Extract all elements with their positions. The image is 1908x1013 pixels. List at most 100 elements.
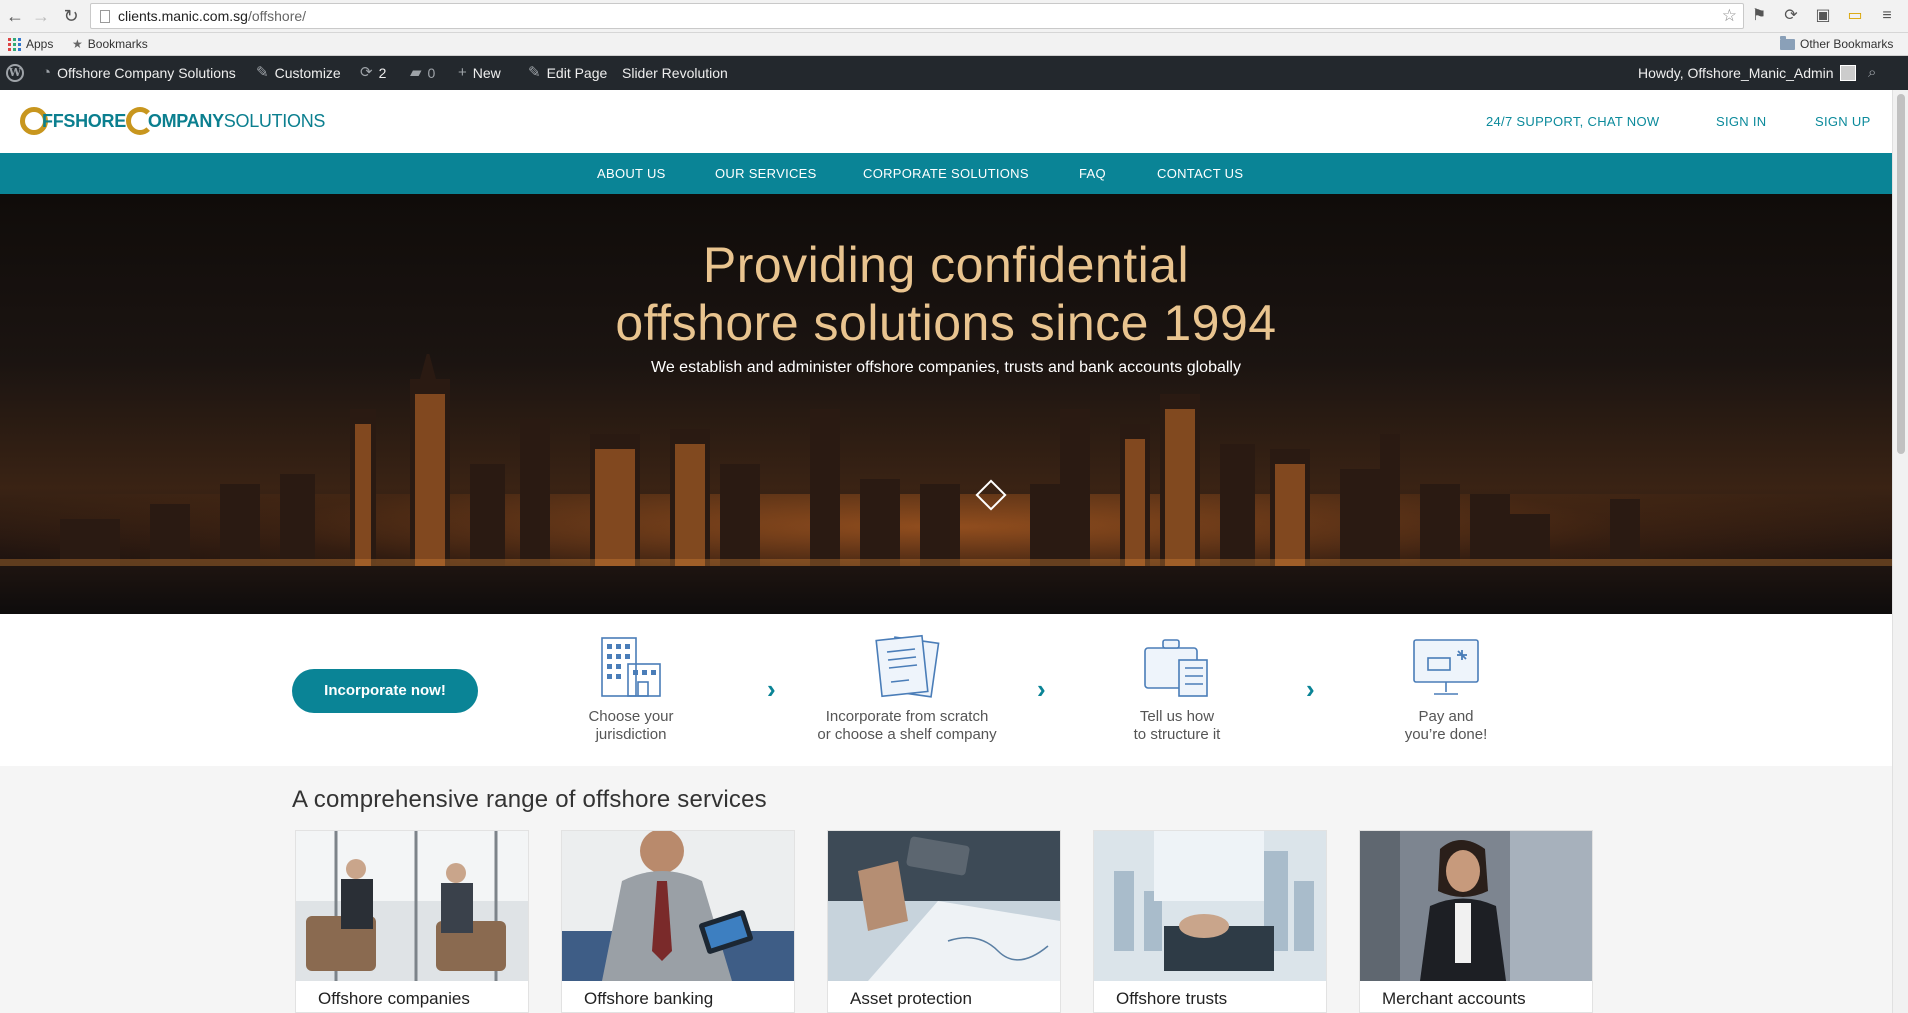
briefcase-icon: [1144, 639, 1208, 697]
plus-icon: +: [458, 64, 467, 81]
bookmarks-bookmark[interactable]: ★ Bookmarks: [72, 37, 148, 51]
buildings-icon: [601, 637, 661, 697]
step-3-line-2: to structure it: [1133, 726, 1221, 743]
sign-in-link[interactable]: SIGN IN: [1716, 114, 1767, 129]
new-label: New: [472, 65, 501, 81]
chevron-right-icon: ›: [767, 674, 776, 704]
bookmark-manager-icon[interactable]: ⚑: [1748, 5, 1770, 27]
logo-text-solutions: SOLUTIONS: [223, 110, 326, 131]
site-logo[interactable]: FFSHORE OMPANY SOLUTIONS: [20, 106, 325, 136]
service-card-merchant-accounts[interactable]: Merchant accounts: [1359, 830, 1593, 1013]
dashboard-icon: ◔: [42, 64, 52, 81]
step-choose-jurisdiction: Choose your jurisdiction: [521, 634, 741, 744]
other-bookmarks[interactable]: Other Bookmarks: [1780, 35, 1894, 51]
customize-label: Customize: [274, 65, 341, 81]
main-nav: ABOUT US OUR SERVICES CORPORATE SOLUTION…: [0, 153, 1892, 194]
updates-icon: ⟳: [360, 64, 373, 81]
support-chat-link[interactable]: 24/7 SUPPORT, CHAT NOW: [1486, 114, 1659, 129]
wp-comments[interactable]: ▰ 0: [410, 56, 435, 90]
reload-icon[interactable]: ↻: [60, 5, 82, 27]
wp-logo-menu[interactable]: W: [6, 56, 24, 90]
businesswoman-on-phone-photo: [1360, 831, 1592, 981]
folder-icon: [1780, 35, 1795, 50]
url-text[interactable]: clients.manic.com.sg/offshore/: [118, 8, 306, 24]
page-scrollbar[interactable]: [1892, 90, 1908, 1013]
services-section: A comprehensive range of offshore servic…: [0, 766, 1892, 1013]
card-label: Merchant accounts: [1382, 989, 1526, 1008]
hero-subtitle: We establish and administer offshore com…: [651, 359, 1241, 376]
services-title: A comprehensive range of offshore servic…: [292, 786, 767, 813]
avatar: [1839, 65, 1856, 81]
address-bar[interactable]: clients.manic.com.sg/offshore/ ☆: [90, 3, 1744, 29]
nav-contact-us[interactable]: CONTACT US: [1157, 166, 1243, 181]
back-icon[interactable]: ←: [4, 5, 26, 27]
edit-page-label: Edit Page: [546, 65, 608, 81]
pencil-icon: ✎: [528, 64, 541, 81]
wp-new[interactable]: + New: [458, 56, 501, 90]
step-incorporate: Incorporate from scratch or choose a she…: [797, 634, 1017, 744]
other-bookmarks-label: Other Bookmarks: [1800, 37, 1894, 51]
browser-toolbar: ← → ↻ clients.manic.com.sg/offshore/ ☆ ⚑…: [0, 0, 1908, 33]
nav-our-services[interactable]: OUR SERVICES: [715, 166, 817, 181]
logo-text-company: OMPANY: [147, 110, 224, 131]
nav-about-us[interactable]: ABOUT US: [597, 166, 666, 181]
comment-icon: ▰: [410, 64, 422, 81]
folder-extension-icon[interactable]: ▭: [1844, 5, 1866, 27]
search-icon: ⌕: [1868, 64, 1877, 81]
site-name-label: Offshore Company Solutions: [57, 65, 236, 81]
sign-up-link[interactable]: SIGN UP: [1815, 114, 1871, 129]
service-card-offshore-trusts[interactable]: Offshore trusts: [1093, 830, 1327, 1013]
bookmarks-label: Bookmarks: [87, 37, 148, 51]
page-icon: [100, 10, 110, 23]
business-meeting-photo: [296, 831, 528, 981]
logo-text-offshore: FFSHORE: [42, 110, 126, 131]
chevron-right-icon: ›: [1306, 674, 1315, 704]
nav-corporate-solutions[interactable]: CORPORATE SOLUTIONS: [863, 166, 1029, 181]
comments-count: 0: [427, 65, 436, 81]
scrollbar-thumb[interactable]: [1897, 94, 1905, 454]
hero-title: Providing confidential offshore solution…: [0, 236, 1892, 352]
man-with-tablet-photo: [562, 831, 794, 981]
wp-edit-page[interactable]: ✎ Edit Page: [528, 56, 607, 90]
forward-icon[interactable]: →: [30, 5, 52, 27]
card-label: Offshore companies: [318, 989, 470, 1008]
wp-site-name[interactable]: ◔ Offshore Company Solutions: [42, 56, 236, 90]
nav-faq[interactable]: FAQ: [1079, 166, 1106, 181]
hero-slider: Providing confidential offshore solution…: [0, 194, 1892, 614]
hero-title-line-1: Providing confidential: [702, 237, 1190, 293]
incorporate-now-button[interactable]: Incorporate now!: [292, 669, 478, 713]
documents-on-desk-photo: [828, 831, 1060, 981]
lake-water: [0, 566, 1892, 614]
step-2-line-1: Incorporate from scratch: [825, 708, 989, 725]
sync-icon[interactable]: ⟳: [1780, 5, 1802, 27]
wp-slider-revolution[interactable]: Slider Revolution: [622, 56, 728, 90]
step-3-line-1: Tell us how: [1139, 708, 1215, 725]
step-4-line-1: Pay and: [1418, 708, 1474, 725]
wp-account[interactable]: Howdy, Offshore_Manic_Admin: [1638, 56, 1856, 90]
card-label: Asset protection: [850, 989, 972, 1008]
step-1-line-1: Choose your: [588, 708, 674, 725]
wordpress-icon: W: [6, 64, 24, 82]
wp-search[interactable]: ⌕: [1868, 56, 1876, 90]
screenshot-icon[interactable]: ▣: [1812, 5, 1834, 27]
brush-icon: ✎: [256, 64, 269, 81]
card-label: Offshore trusts: [1116, 989, 1228, 1008]
bookmark-star-icon[interactable]: ☆: [1722, 6, 1737, 26]
documents-icon: [875, 634, 940, 698]
computer-payment-icon: [1413, 639, 1479, 695]
step-4-line-2: you’re done!: [1404, 726, 1488, 743]
service-card-asset-protection[interactable]: Asset protection: [827, 830, 1061, 1013]
step-tell-structure: Tell us how to structure it: [1067, 634, 1287, 744]
site-header: FFSHORE OMPANY SOLUTIONS 24/7 SUPPORT, C…: [0, 90, 1892, 153]
service-card-offshore-banking[interactable]: Offshore banking: [561, 830, 795, 1013]
hero-title-line-2: offshore solutions since 1994: [615, 295, 1277, 351]
service-card-offshore-companies[interactable]: Offshore companies: [295, 830, 529, 1013]
menu-icon[interactable]: ≡: [1876, 5, 1898, 27]
apps-bookmark[interactable]: Apps: [8, 37, 53, 51]
apps-icon: [8, 37, 21, 51]
wp-customize[interactable]: ✎ Customize: [256, 56, 341, 90]
hands-with-tablet-city-photo: [1094, 831, 1326, 981]
star-icon: ★: [72, 37, 83, 51]
wp-updates[interactable]: ⟳ 2: [360, 56, 386, 90]
slider-revolution-label: Slider Revolution: [622, 65, 728, 81]
